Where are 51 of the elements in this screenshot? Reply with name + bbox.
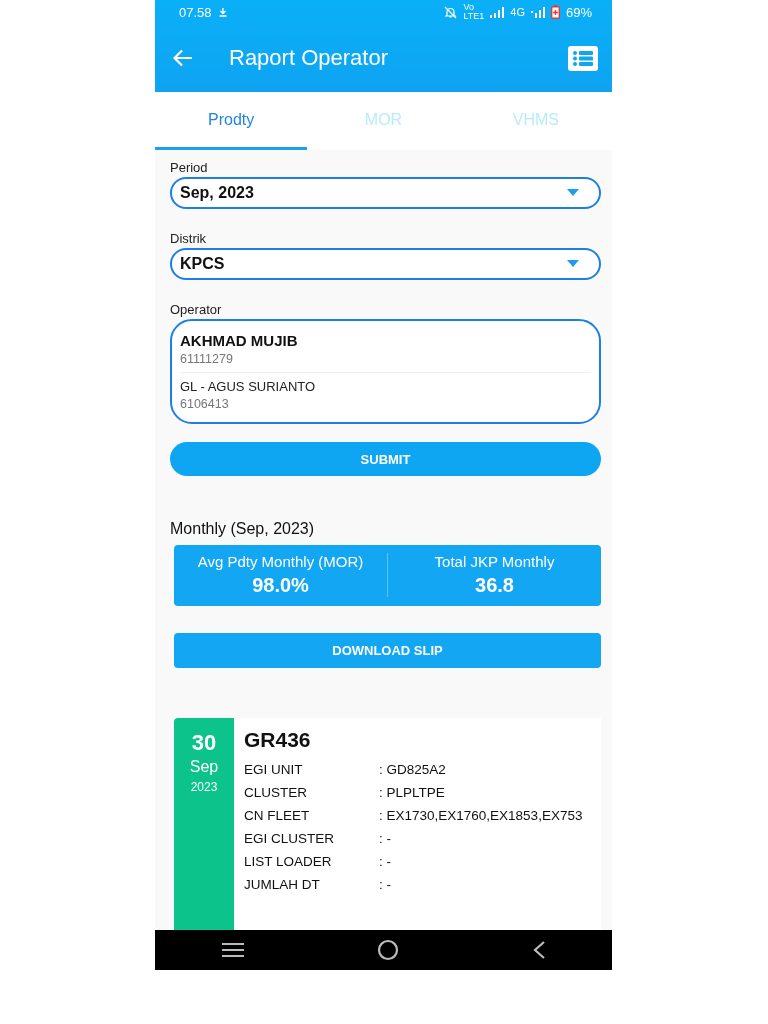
dropdown-caret-icon [567,260,579,268]
operator-name[interactable]: AKHMAD MUJIB [180,331,591,349]
status-time: 07.58 [179,4,212,20]
operator-id: 6106413 [180,396,230,411]
battery-level: 69% [565,4,592,20]
record-label: CN FLEET [244,808,311,823]
record-label: JUMLAH DT [244,877,321,892]
battery-icon [550,5,560,19]
signal-icon [490,6,505,18]
operator-id: 61111279 [180,351,234,366]
volte-label: Vo [463,3,475,12]
stat-label: Total JKP Monthly [434,553,555,571]
home-icon[interactable] [376,939,399,961]
dropdown-caret-icon [567,189,579,197]
record-label: CLUSTER [244,785,308,800]
record-value: : PLPLTPE [379,785,445,800]
record-value: : GD825A2 [379,762,446,777]
date-month: Sep [189,758,219,776]
download-icon [217,7,228,17]
download-button[interactable]: DOWNLOAD SLIP [174,632,601,668]
dropdown-field[interactable]: KPCS [170,247,601,280]
dropdown-field[interactable]: Sep, 2023 [170,177,601,209]
field-label: Operator [170,301,223,317]
menu-icon[interactable] [221,942,244,958]
record-value: : - [379,854,391,869]
stat-label: Avg Pdty Monthly (MOR) [197,553,364,571]
date-day: 30 [191,730,217,756]
field-label: Distrik [170,230,208,246]
record-label: EGI UNIT [244,762,304,777]
submit-button[interactable]: SUBMIT [170,441,601,477]
date-year: 2023 [190,780,218,794]
record-value: : - [379,831,391,846]
network-label: 4G [510,6,525,18]
record-value: : EX1730,EX1760,EX1853,EX753 [379,808,583,823]
record-title: GR436 [244,728,312,752]
back-arrow-icon[interactable] [173,49,193,67]
signal-icon [530,6,545,18]
mute-icon [444,5,458,19]
record-value: : - [379,877,391,892]
operator-name[interactable]: GL - AGUS SURIANTO [180,378,591,394]
record-label: EGI CLUSTER [244,831,336,846]
section-title: Monthly (Sep, 2023) [170,520,316,539]
back-icon[interactable] [531,940,546,960]
screen-title: Raport Operator [229,45,389,71]
record-label: LIST LOADER [244,854,333,869]
field-label: Period [170,160,209,175]
stat-value: 98.0% [252,574,309,598]
tab[interactable]: Prodty [155,92,308,150]
stat-value: 36.8 [475,574,514,598]
list-icon[interactable] [568,45,598,71]
volte-label: LTE1 [463,12,485,21]
